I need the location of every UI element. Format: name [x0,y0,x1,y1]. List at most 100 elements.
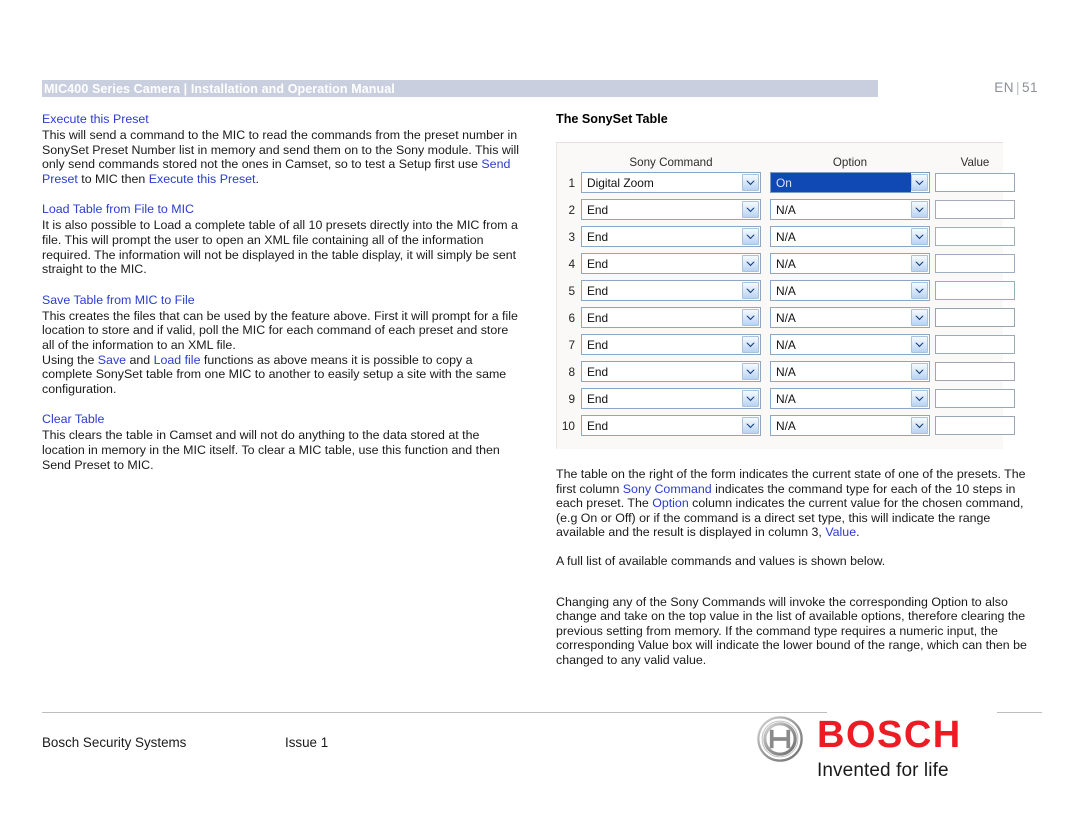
dropdown-button[interactable] [742,417,759,434]
option-value: N/A [776,337,796,352]
option-value: N/A [776,256,796,271]
dropdown-button[interactable] [911,201,928,218]
value-input[interactable] [935,281,1015,300]
sonyset-table-title: The SonySet Table [556,112,668,126]
dropdown-button[interactable] [911,174,928,191]
right-paragraph: Changing any of the Sony Commands will i… [556,595,1038,668]
dropdown-button[interactable] [911,336,928,353]
option-dropdown[interactable]: N/A [770,199,930,220]
sony-command-value: End [587,283,609,298]
sony-command-dropdown[interactable]: End [581,226,761,247]
dropdown-button[interactable] [742,255,759,272]
option-dropdown[interactable]: N/A [770,361,930,382]
value-input[interactable] [935,173,1015,192]
option-value: N/A [776,229,796,244]
column-header-value: Value [960,156,990,169]
right-para-0-link-5[interactable]: Value [825,525,856,539]
value-input[interactable] [935,362,1015,381]
section-2-para-1-link-3[interactable]: Load file [154,353,201,367]
section-heading: Clear Table [42,412,105,427]
right-content-column: The SonySet Table Sony Command Option Va… [556,112,1038,668]
sony-command-value: End [587,337,609,352]
sony-command-dropdown[interactable]: End [581,253,761,274]
sony-command-dropdown[interactable]: End [581,415,761,436]
dropdown-button[interactable] [742,336,759,353]
dropdown-button[interactable] [742,228,759,245]
section-block: Execute this Preset This will send a comm… [42,112,520,186]
option-dropdown[interactable]: N/A [770,253,930,274]
table-row: 8 End N/A [557,358,1015,385]
option-dropdown[interactable]: N/A [770,415,930,436]
section-heading: Load Table from File to MIC [42,202,194,217]
row-index-label: 1 [568,175,575,190]
sonyset-table-body: 1 Digital Zoom On 2 End N/A 3 End N/A 4 End N/A 5 End… [557,169,1015,439]
option-chevron-down-icon [915,315,924,320]
value-input[interactable] [935,254,1015,273]
sony-command-value: End [587,202,609,217]
sony-command-dropdown[interactable]: End [581,388,761,409]
dropdown-button[interactable] [911,417,928,434]
dropdown-button[interactable] [911,282,928,299]
section-2-para-1-link-1[interactable]: Save [98,353,126,367]
sony-command-chevron-down-icon [746,396,755,401]
column-header-option: Option [832,156,868,169]
dropdown-button[interactable] [911,309,928,326]
dropdown-button[interactable] [911,228,928,245]
sony-command-value: End [587,229,609,244]
bosch-brand-name: BOSCH [817,714,962,756]
option-chevron-down-icon [915,261,924,266]
sony-command-dropdown[interactable]: End [581,280,761,301]
option-dropdown[interactable]: N/A [770,226,930,247]
dropdown-button[interactable] [742,201,759,218]
value-input[interactable] [935,389,1015,408]
option-dropdown[interactable]: N/A [770,280,930,301]
sony-command-chevron-down-icon [746,261,755,266]
section-paragraph: This will send a command to the MIC to r… [42,128,520,186]
sony-command-value: End [587,391,609,406]
option-dropdown[interactable]: On [770,172,930,193]
value-input[interactable] [935,335,1015,354]
table-row: 5 End N/A [557,277,1015,304]
dropdown-button[interactable] [911,363,928,380]
option-value: N/A [776,283,796,298]
sony-command-chevron-down-icon [746,342,755,347]
footer-issue-label: Issue 1 [285,735,329,750]
section-paragraph: Using the Save and Load file functions a… [42,353,520,397]
value-input[interactable] [935,200,1015,219]
row-index-label: 6 [568,310,575,325]
sony-command-dropdown[interactable]: End [581,334,761,355]
table-row: 3 End N/A [557,223,1015,250]
dropdown-button[interactable] [911,255,928,272]
sony-command-value: Digital Zoom [587,175,654,190]
dropdown-button[interactable] [742,174,759,191]
section-paragraph: This creates the files that can be used … [42,309,520,353]
right-para-0-link-3[interactable]: Option [652,496,689,510]
sony-command-dropdown[interactable]: End [581,307,761,328]
value-input[interactable] [935,416,1015,435]
row-index-label: 10 [561,418,575,433]
page-marker-separator: | [1015,80,1020,95]
sony-command-dropdown[interactable]: End [581,361,761,382]
page-marker: EN | 51 [994,80,1038,95]
option-chevron-down-icon [915,396,924,401]
dropdown-button[interactable] [742,282,759,299]
option-dropdown[interactable]: N/A [770,388,930,409]
sony-command-dropdown[interactable]: Digital Zoom [581,172,761,193]
dropdown-button[interactable] [742,363,759,380]
section-block: Clear Table This clears the table in Cams… [42,412,520,472]
value-input[interactable] [935,227,1015,246]
dropdown-button[interactable] [742,309,759,326]
sony-command-dropdown[interactable]: End [581,199,761,220]
dropdown-button[interactable] [742,390,759,407]
value-input[interactable] [935,308,1015,327]
option-dropdown[interactable]: N/A [770,334,930,355]
dropdown-button[interactable] [911,390,928,407]
section-0-para-0-text-0: This will send a command to the MIC to r… [42,128,520,172]
right-para-0-text-6: . [856,525,860,540]
right-para-0-link-1[interactable]: Sony Command [623,482,712,496]
section-0-para-0-link-3[interactable]: Execute this Preset [149,172,256,186]
right-paragraph: A full list of available commands and va… [556,554,1038,569]
option-dropdown[interactable]: N/A [770,307,930,328]
